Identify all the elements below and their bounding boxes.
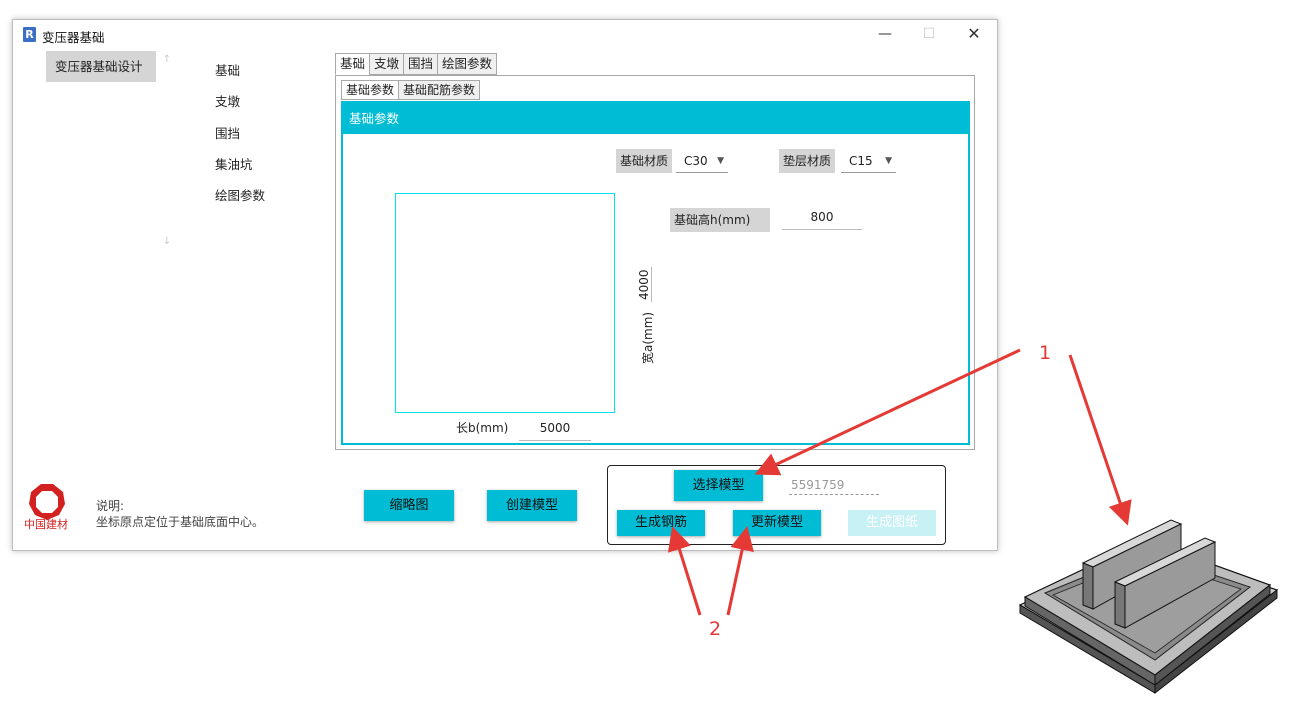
generate-rebar-button[interactable]: 生成钢筋 (617, 510, 705, 536)
length-label: 长b(mm) (456, 421, 509, 435)
maximize-button[interactable]: ☐ (917, 24, 941, 44)
chevron-down-icon: ▼ (717, 156, 724, 166)
page: R 变压器基础 — ☐ ✕ 变压器基础设计 ↑ ↓ 基础 支墩 围挡 集油坑 绘… (0, 0, 1295, 719)
logo-text: 中国建材 (24, 518, 68, 531)
foundation-params-panel: 基础参数 基础材质 C30 ▼ 垫层材质 C15 ▼ 基础高h(mm) 800 … (341, 101, 970, 445)
cushion-material-value: C15 (849, 154, 873, 168)
generate-drawing-button[interactable]: 生成图纸 (848, 510, 936, 536)
top-tab-bar: 基础 支墩 围挡 绘图参数 (335, 53, 498, 75)
length-input[interactable]: 5000 (519, 417, 591, 441)
tab-foundation[interactable]: 基础 (335, 53, 371, 75)
note-title: 说明: (96, 499, 125, 513)
nav-item-pier[interactable]: 支墩 (215, 91, 240, 110)
update-model-button[interactable]: 更新模型 (733, 510, 821, 536)
tab-enclosure[interactable]: 围挡 (403, 53, 439, 75)
width-input[interactable]: 4000 (637, 267, 652, 302)
tab-content-panel: 基础参数 基础配筋参数 基础参数 基础材质 C30 ▼ 垫层材质 C15 ▼ 基… (335, 75, 975, 450)
minimize-button[interactable]: — (873, 24, 897, 44)
main-window: R 变压器基础 — ☐ ✕ 变压器基础设计 ↑ ↓ 基础 支墩 围挡 集油坑 绘… (12, 19, 998, 551)
scroll-down-arrow-icon[interactable]: ↓ (160, 235, 174, 249)
cushion-material-select[interactable]: C15 ▼ (841, 149, 896, 173)
height-input[interactable]: 800 (782, 206, 862, 230)
chevron-down-icon: ▼ (885, 156, 892, 166)
title-bar[interactable]: R 变压器基础 — ☐ ✕ (13, 20, 997, 48)
revit-app-icon: R (23, 27, 36, 42)
foundation-material-label: 基础材质 (616, 149, 673, 173)
tab-drawing-params[interactable]: 绘图参数 (437, 53, 498, 75)
annotation-label-1: 1 (1039, 342, 1052, 364)
nav-item-drawing-params[interactable]: 绘图参数 (215, 185, 265, 204)
close-button[interactable]: ✕ (962, 24, 986, 44)
transformer-foundation-3d-model (1018, 519, 1279, 695)
tab-pier[interactable]: 支墩 (369, 53, 405, 75)
foundation-material-value: C30 (684, 154, 708, 168)
foundation-material-select[interactable]: C30 ▼ (676, 149, 728, 173)
nav-item-foundation[interactable]: 基础 (215, 60, 240, 79)
height-label: 基础高h(mm) (670, 208, 770, 232)
cushion-material-label: 垫层材质 (779, 149, 836, 173)
create-model-button[interactable]: 创建模型 (487, 490, 577, 521)
select-model-button[interactable]: 选择模型 (674, 470, 763, 501)
nav-main-item[interactable]: 变压器基础设计 (46, 51, 156, 82)
scroll-up-arrow-icon[interactable]: ↑ (160, 53, 174, 67)
nav-item-enclosure[interactable]: 围挡 (215, 123, 240, 142)
subtab-foundation-params[interactable]: 基础参数 (341, 80, 400, 100)
panel-header: 基础参数 (343, 103, 968, 134)
foundation-outline-preview (395, 193, 615, 413)
thumbnail-button[interactable]: 缩略图 (364, 490, 454, 521)
nav-item-oil-pit[interactable]: 集油坑 (215, 154, 253, 173)
window-title: 变压器基础 (42, 30, 105, 45)
arrow-1-to-model (1068, 354, 1132, 526)
model-id-field[interactable]: 5591759 (789, 475, 879, 495)
width-label: 宽a(mm) (641, 311, 655, 364)
sub-tab-bar: 基础参数 基础配筋参数 (341, 80, 481, 100)
subtab-rebar-params[interactable]: 基础配筋参数 (398, 80, 481, 100)
annotation-label-2: 2 (709, 618, 722, 640)
note-text: 坐标原点定位于基础底面中心。 (96, 515, 265, 529)
